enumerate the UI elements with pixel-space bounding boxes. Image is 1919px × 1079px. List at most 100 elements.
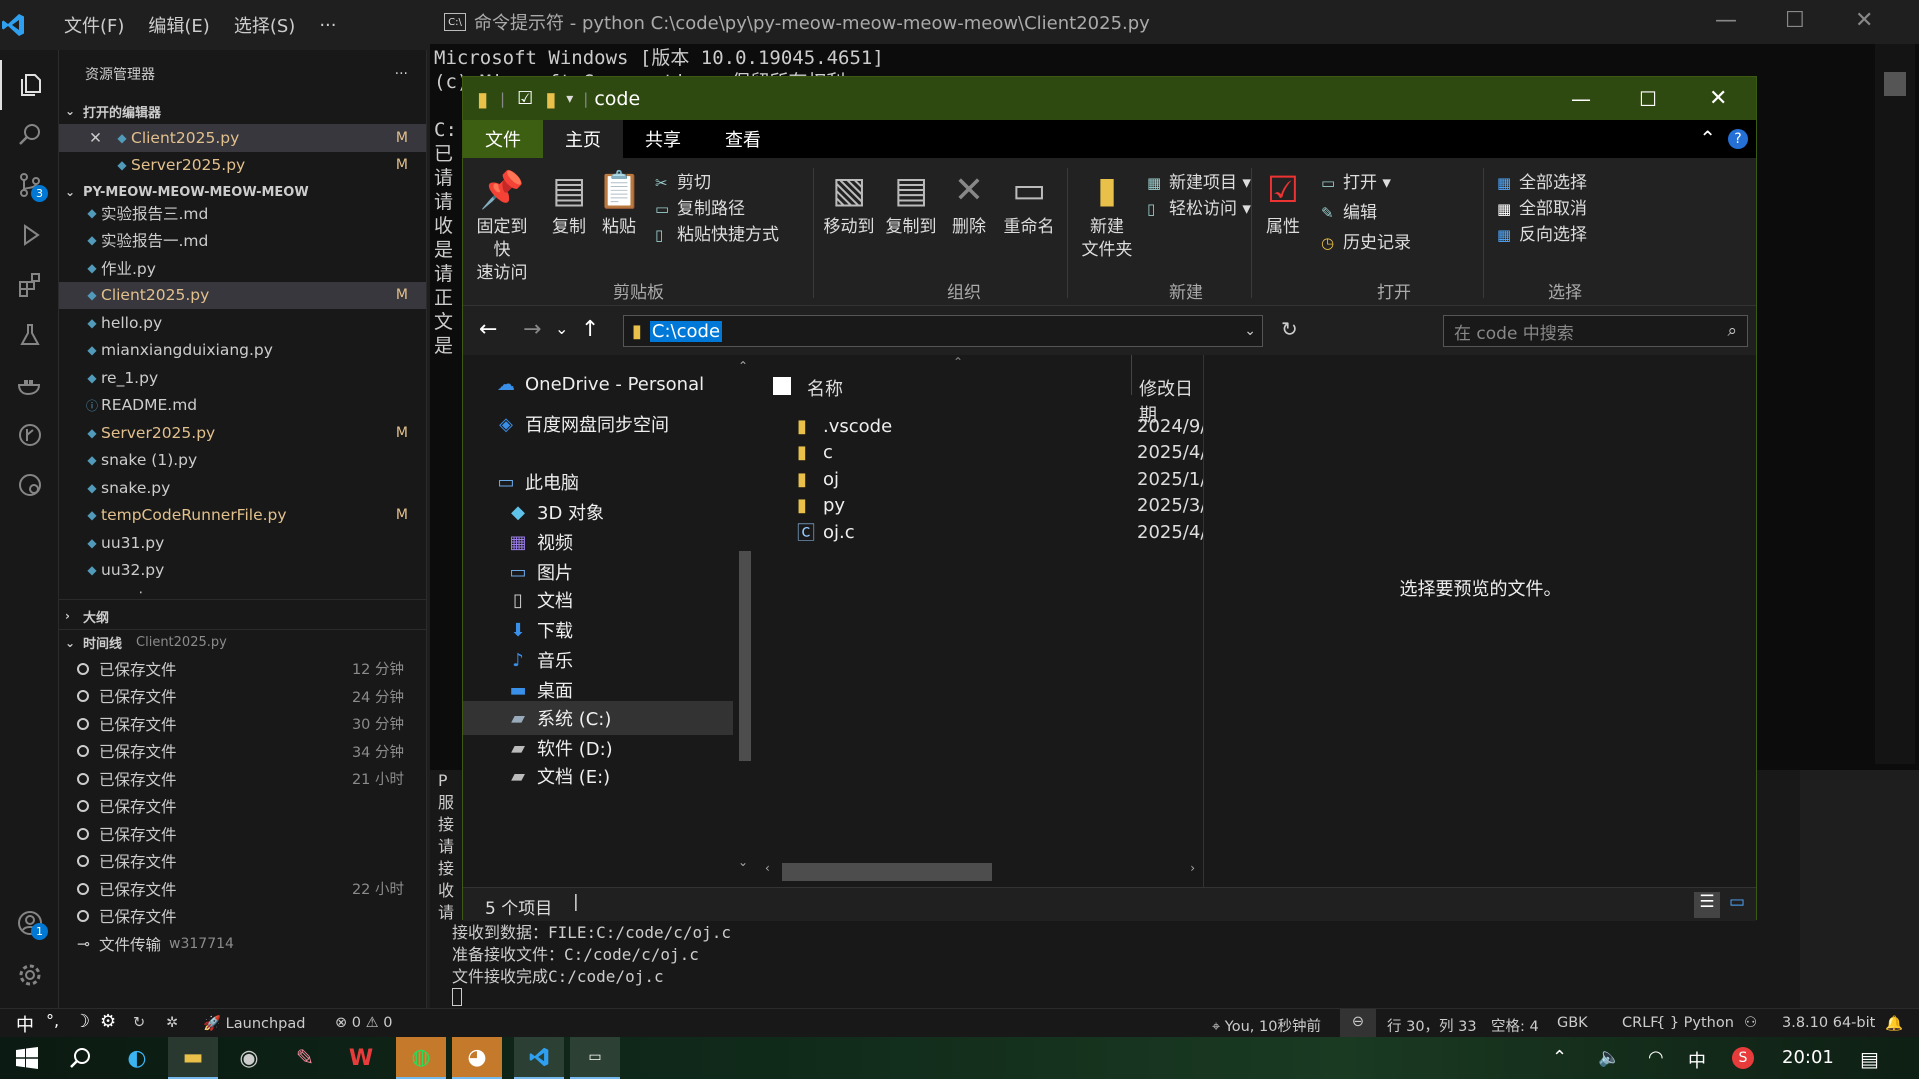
cursor-position[interactable]: 行 30，列 33 [1387,1015,1477,1036]
timeline-item[interactable]: 已保存文件 12 分钟 [59,655,426,683]
ime-indicator[interactable]: 中 [1688,1047,1706,1073]
select-all-checkbox[interactable] [773,377,791,395]
timeline-item[interactable]: ⊸ 文件传输 w317714 [59,930,426,958]
wps-icon[interactable]: W [336,1037,386,1079]
start-windows-icon[interactable] [2,1037,52,1079]
file-tree-item[interactable]: ◆ Client2025.py M [59,281,426,309]
collapse-ribbon-icon[interactable]: ⌃ [1699,126,1716,150]
sync-icon[interactable]: ↻ [133,1015,145,1031]
open-button[interactable]: ▭ 打开 ▾ [1321,168,1391,193]
properties-quick-icon[interactable]: ☑ [517,88,533,109]
sogou-ime-icon[interactable]: S [1732,1047,1754,1069]
moon-icon[interactable]: ☽ [74,1011,90,1032]
volume-icon[interactable]: 🔈 [1598,1047,1620,1068]
python-interpreter[interactable]: 3.8.10 64-bit [1782,1015,1875,1031]
timeline-header[interactable]: ⌄ 时间线 Client2025.py [59,629,426,655]
close-icon[interactable]: ✕ [89,129,113,147]
copy-to-button[interactable]: ▤ 复制到 [883,166,939,239]
steam-icon[interactable]: ◉ [224,1037,274,1079]
file-tree-item[interactable]: ◆ tempCodeRunnerFile.py M [59,502,426,530]
address-text[interactable]: C:\code [649,320,723,342]
address-bar[interactable]: ▮ C:\code ⌄ [623,315,1263,347]
file-tree-item[interactable]: ◆ 作业.py [59,254,426,282]
file-tree-item[interactable]: ◆ snake (1).py [59,447,426,475]
nav-item[interactable]: ▰ 系统 (C:) [463,701,741,735]
zoom-icon[interactable]: ⊖ [1340,1009,1376,1037]
maximize-icon[interactable]: ☐ [1639,87,1657,111]
large-icons-view-icon[interactable]: ▭ [1724,892,1750,918]
open-editors-header[interactable]: ⌄ 打开的编辑器 [59,98,426,124]
extension-icon[interactable]: ✲ [166,1015,178,1031]
edge-icon[interactable]: ◐ [112,1037,162,1079]
encoding[interactable]: GBK [1557,1015,1588,1031]
history-button[interactable]: ◷ 历史记录 [1321,228,1411,253]
file-tree-item[interactable]: ◆ hello.py [59,309,426,337]
new-item-button[interactable]: ▦ 新建项目 ▾ [1147,168,1251,193]
source-control-icon[interactable]: 3 [0,160,59,210]
menu-file[interactable]: 文件(F) [52,12,136,38]
nav-item[interactable]: ♪ 音乐 [463,643,741,677]
nav-item[interactable]: ▭ 此电脑 [463,465,741,499]
git-blame-item[interactable]: ⌖ You, 10秒钟前 [1212,1015,1321,1036]
vscode-taskbar-icon[interactable] [514,1037,564,1079]
close-icon[interactable]: ✕ [1855,8,1873,33]
file-tree-item[interactable]: ⓘ README.md [59,392,426,420]
file-tree-item[interactable]: ◆ 实验报告一.md [59,227,426,255]
menu-selection[interactable]: 选择(S) [222,12,307,38]
cut-button[interactable]: ✂ 剪切 [655,168,711,193]
minimize-icon[interactable]: — [1571,87,1591,111]
sidebar-more-button[interactable]: ··· [395,66,408,82]
pen-app-icon[interactable]: ✎ [280,1037,330,1079]
tab-view[interactable]: 查看 [703,120,783,158]
wifi-icon[interactable]: ◠ [1648,1047,1664,1068]
tab-home[interactable]: 主页 [543,120,623,158]
explorer-icon[interactable] [0,60,59,110]
scroll-up-icon[interactable]: ⌃ [738,359,748,373]
up-arrow-icon[interactable]: ↑ [581,317,599,342]
refresh-icon[interactable]: ↻ [1281,317,1298,341]
nav-item[interactable]: ▯ 文档 [463,583,741,617]
qq-icon[interactable]: ◕ [452,1037,502,1079]
new-folder-button[interactable]: ▮ 新建 文件夹 [1073,166,1141,262]
nav-item[interactable]: ☁ OneDrive - Personal [463,367,741,401]
select-all-button[interactable]: ▦ 全部选择 [1497,168,1587,193]
timeline-item[interactable]: 已保存文件 22 小时 [59,875,426,903]
show-hidden-icons-chevron-icon[interactable]: ⌃ [1552,1047,1567,1068]
address-dropdown-icon[interactable]: ⌄ [1244,323,1256,339]
menu-more[interactable]: ··· [307,15,348,36]
tab-share[interactable]: 共享 [623,120,703,158]
cmd-scrollbar[interactable] [1875,44,1915,764]
file-tree-item[interactable]: ◆ Server2025.py M [59,419,426,447]
minimize-icon[interactable]: — [1715,8,1737,33]
remote-explorer-icon[interactable] [0,460,59,510]
file-row[interactable]: ▮ c 2025/4/2 [797,438,1218,468]
nav-scrollbar[interactable]: ⌃ ⌄ [733,355,757,887]
scroll-left-icon[interactable]: ‹ [765,861,770,875]
run-debug-icon[interactable] [0,210,59,260]
timeline-item[interactable]: 已保存文件 [59,820,426,848]
scroll-right-icon[interactable]: › [1190,861,1195,875]
search-input[interactable]: 在 code 中搜索 ⌕ [1443,315,1748,347]
launchpad-item[interactable]: 🚀 Launchpad [203,1015,305,1032]
ime-settings-icon[interactable]: ⚙ [100,1011,116,1032]
file-tree-item[interactable]: ◆ re_1.py [59,364,426,392]
notifications-bell-icon[interactable]: 🔔 [1885,1015,1903,1032]
manage-gear-icon[interactable] [0,950,59,1000]
language-mode[interactable]: { } Python [1656,1015,1734,1031]
search-icon[interactable] [0,110,59,160]
copy-path-button[interactable]: ▭ 复制路径 [655,194,745,219]
timeline-item[interactable]: 已保存文件 [59,848,426,876]
recent-locations-chevron-icon[interactable]: ⌄ [555,319,568,338]
timeline-item[interactable]: 已保存文件 [59,903,426,931]
file-row[interactable]: ▮ oj 2025/1/5 [797,464,1218,494]
testing-icon[interactable] [0,310,59,360]
nav-item[interactable]: ⬇ 下载 [463,613,741,647]
timeline-item[interactable]: 已保存文件 [59,793,426,821]
forward-arrow-icon[interactable]: → [523,317,541,342]
problems-item[interactable]: ⊗ 0 ⚠ 0 [335,1015,392,1031]
open-editor-server[interactable]: ◆ Server2025.py M [59,152,426,180]
docker-icon[interactable] [0,360,59,410]
details-view-icon[interactable]: ☰ [1694,892,1720,918]
edit-button[interactable]: ✎ 编辑 [1321,198,1377,223]
select-none-button[interactable]: ▦ 全部取消 [1497,194,1587,219]
